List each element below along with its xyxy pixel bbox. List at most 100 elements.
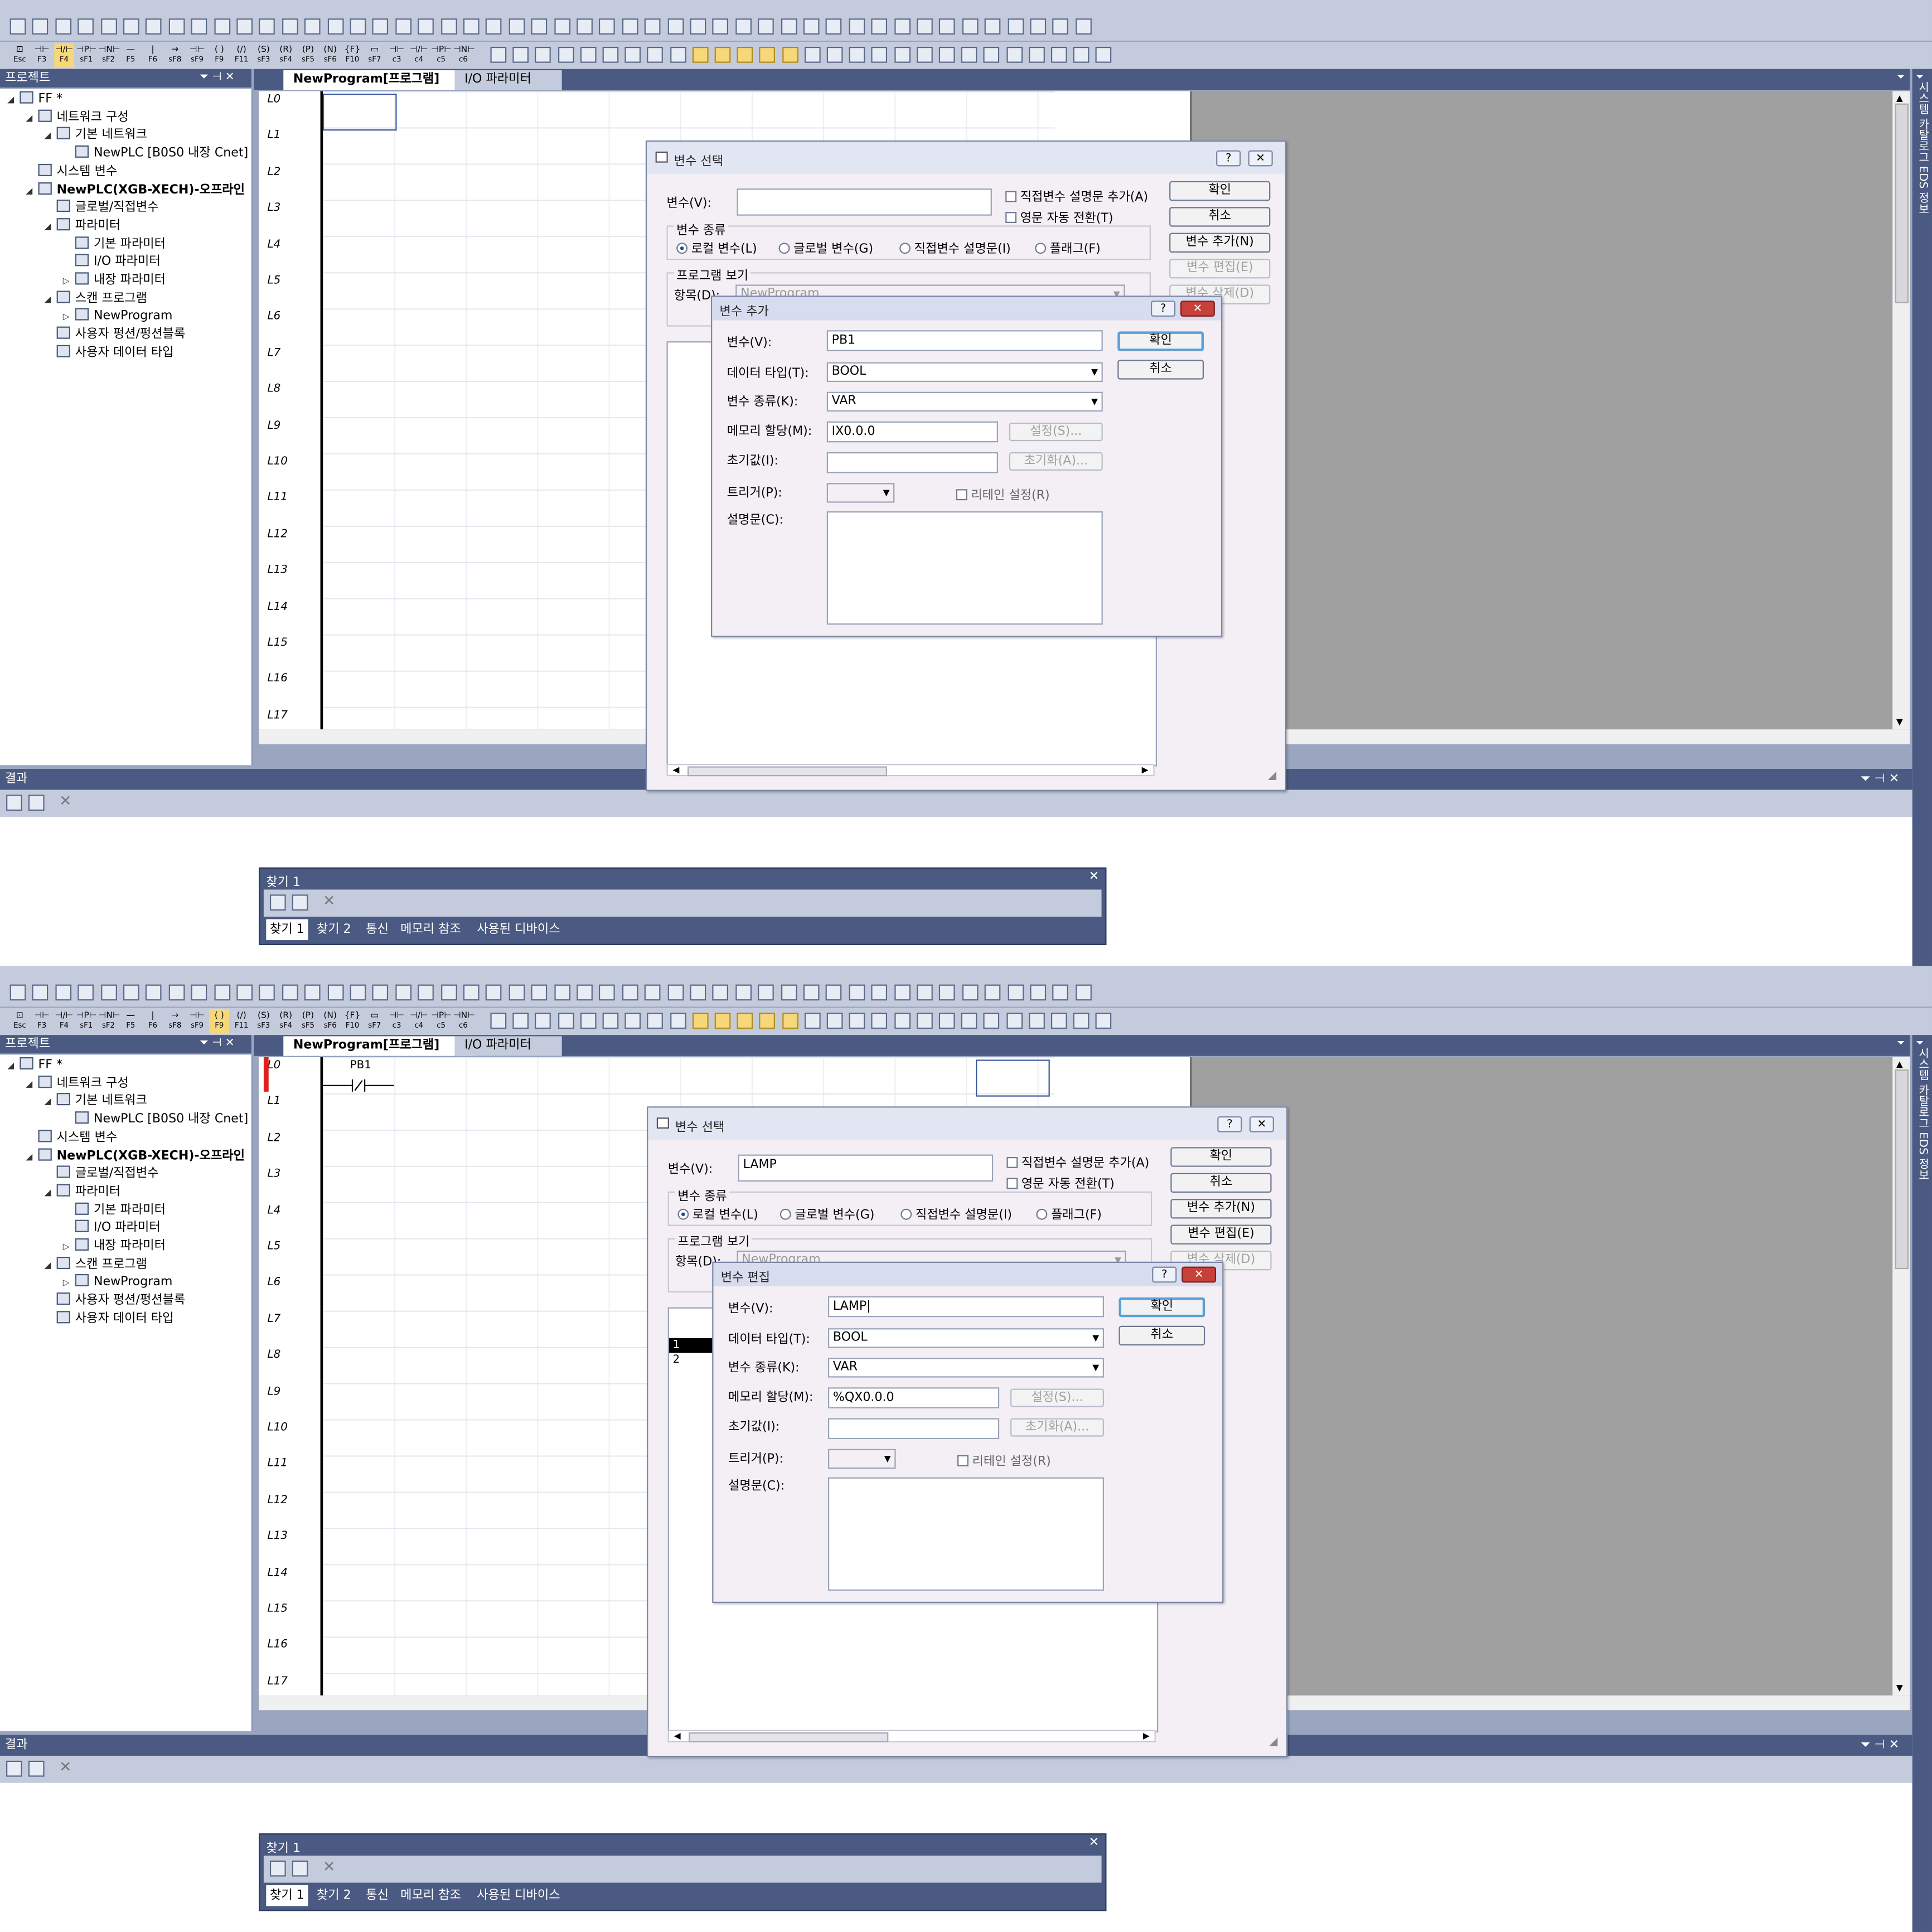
- toolbar-tool-icon[interactable]: [781, 18, 797, 35]
- radio-local[interactable]: 로컬 변수(L): [676, 238, 757, 256]
- toolbar-tool-icon[interactable]: [490, 46, 507, 63]
- resize-grip-icon[interactable]: ◢: [1268, 770, 1276, 782]
- resize-grip-icon[interactable]: ◢: [1269, 1736, 1277, 1749]
- tab-newprogram[interactable]: NewProgram[프로그램]✕: [283, 70, 475, 90]
- toolbar-tool-icon[interactable]: [917, 984, 933, 1001]
- toolbar-tool-icon[interactable]: [327, 984, 343, 1001]
- ladder-key-button[interactable]: ⊣P⊢ c5: [431, 1009, 451, 1034]
- vertical-scrollbar[interactable]: ▲ ▼: [1892, 1057, 1910, 1696]
- close-button[interactable]: ✕: [1248, 150, 1273, 167]
- tree-item[interactable]: ◢ 기본 네트워크: [45, 1093, 147, 1111]
- add-variable-button[interactable]: 변수 추가(N): [1170, 1199, 1272, 1219]
- set-button[interactable]: 설정(S)...: [1009, 422, 1103, 442]
- toolbar-tool-icon[interactable]: [849, 46, 865, 63]
- ladder-key-button[interactable]: (/) F11: [231, 1009, 251, 1034]
- panel-controls[interactable]: ⏷ ⊣ ✕: [200, 1035, 235, 1053]
- toolbar-tool-icon[interactable]: [645, 18, 661, 35]
- toolbar-tool-icon[interactable]: [622, 18, 638, 35]
- toolbar-tool-icon[interactable]: [984, 1013, 1000, 1029]
- toolbar-tool-icon[interactable]: [1053, 984, 1069, 1001]
- tree-item[interactable]: 기본 파라미터: [63, 236, 166, 253]
- toolbar-tool-icon[interactable]: [577, 984, 593, 1001]
- ladder-key-button[interactable]: ⊣P⊢ c5: [431, 43, 451, 67]
- toolbar-tool-icon[interactable]: [486, 984, 502, 1001]
- toolbar-tool-icon[interactable]: [670, 46, 686, 63]
- find-tab[interactable]: 찾기 1: [266, 1885, 308, 1906]
- ladder-key-button[interactable]: ⊡ Esc: [10, 1009, 30, 1034]
- find-tab[interactable]: 찾기 2: [313, 919, 355, 941]
- paste-icon[interactable]: [28, 1760, 45, 1777]
- toolbar-tool-icon[interactable]: [714, 1013, 731, 1029]
- toolbar-tool-icon[interactable]: [259, 984, 275, 1001]
- toolbar-tool-icon[interactable]: [781, 984, 797, 1001]
- side-panel-tabs[interactable]: 시스템 카탈로그 EDS 정보: [1914, 1047, 1931, 1180]
- tree-item[interactable]: ▷ 내장 파라미터: [63, 1238, 166, 1256]
- ladder-key-button[interactable]: (N) sF6: [321, 43, 340, 67]
- tree-item[interactable]: 시스템 변수: [26, 1129, 117, 1147]
- find-tab[interactable]: 메모리 참조: [397, 919, 465, 941]
- expand-icon[interactable]: ▷: [63, 272, 75, 289]
- radio-direct-comment[interactable]: 직접변수 설명문(I): [899, 238, 1011, 256]
- toolbar-tool-icon[interactable]: [463, 18, 480, 35]
- toolbar-tool-icon[interactable]: [917, 18, 933, 35]
- ladder-key-button[interactable]: — F5: [121, 43, 141, 67]
- ladder-key-button[interactable]: (P) sF5: [298, 1009, 318, 1034]
- radio-flag[interactable]: 플래그(F): [1036, 1204, 1102, 1222]
- find-tab[interactable]: 찾기 1: [266, 919, 308, 941]
- toolbar-tool-icon[interactable]: [55, 18, 71, 35]
- list-horizontal-scrollbar[interactable]: ◀ ▶: [667, 1730, 1156, 1742]
- init-value-input[interactable]: [826, 452, 998, 473]
- tree-item[interactable]: ◢ 스캔 프로그램: [45, 1256, 147, 1274]
- toolbar-tool-icon[interactable]: [78, 18, 94, 35]
- tab-io-parameter[interactable]: I/O 파라미터✕: [454, 1036, 562, 1072]
- edit-variable-button[interactable]: 변수 편집(E): [1170, 1224, 1272, 1245]
- ladder-key-button[interactable]: ▭ sF7: [365, 1009, 384, 1034]
- toolbar-tool-icon[interactable]: [1006, 46, 1023, 63]
- copy-icon[interactable]: [269, 894, 286, 911]
- tree-item[interactable]: ◢ NewPLC(XGB-XECH)-오프라인: [26, 1147, 245, 1165]
- toolbar-tool-icon[interactable]: [735, 984, 752, 1001]
- toolbar-tool-icon[interactable]: [1073, 1013, 1090, 1029]
- variable-input[interactable]: LAMP: [738, 1154, 994, 1182]
- toolbar-tool-icon[interactable]: [624, 1013, 641, 1029]
- toolbar-tool-icon[interactable]: [580, 1013, 597, 1029]
- panel-controls[interactable]: ⏷ ⊣ ✕: [200, 69, 235, 88]
- add-variable-button[interactable]: 변수 추가(N): [1169, 233, 1271, 253]
- toolbar-tool-icon[interactable]: [939, 18, 956, 35]
- toolbar-tool-icon[interactable]: [146, 984, 162, 1001]
- toolbar-tool-icon[interactable]: [758, 18, 774, 35]
- normally-closed-contact[interactable]: [322, 1073, 395, 1092]
- find-tab[interactable]: 통신: [362, 919, 393, 941]
- set-button[interactable]: 설정(S)...: [1010, 1388, 1104, 1407]
- variable-name-input[interactable]: LAMP|: [827, 1296, 1104, 1318]
- ladder-key-button[interactable]: ⊣N⊢ c6: [453, 43, 475, 67]
- toolbar-tool-icon[interactable]: [577, 18, 593, 35]
- direct-var-comment-checkbox[interactable]: 직접변수 설명문 추가(A): [1005, 186, 1148, 205]
- toolbar-tool-icon[interactable]: [1050, 46, 1067, 63]
- expand-icon[interactable]: ◢: [26, 1147, 38, 1165]
- toolbar-tool-icon[interactable]: [938, 46, 955, 63]
- toolbar-tool-icon[interactable]: [849, 984, 865, 1001]
- toolbar-tool-icon[interactable]: [509, 984, 525, 1001]
- tab-menu-icon[interactable]: ⏷: [1897, 71, 1905, 84]
- toolbar-tool-icon[interactable]: [962, 18, 979, 35]
- toolbar-tool-icon[interactable]: [490, 1013, 507, 1029]
- toolbar-tool-icon[interactable]: [804, 46, 821, 63]
- toolbar-tool-icon[interactable]: [962, 984, 979, 1001]
- toolbar-tool-icon[interactable]: [602, 1013, 619, 1029]
- close-button[interactable]: ✕: [1249, 1116, 1274, 1132]
- ladder-key-button[interactable]: | F6: [143, 1009, 162, 1034]
- initialize-button[interactable]: 초기화(A)...: [1009, 452, 1103, 471]
- comment-textarea[interactable]: [827, 1477, 1104, 1591]
- ladder-key-button[interactable]: ⊣/⊢ F4: [54, 1009, 74, 1034]
- toolbar-tool-icon[interactable]: [1006, 1013, 1023, 1029]
- expand-icon[interactable]: ◢: [26, 109, 38, 127]
- toolbar-tool-icon[interactable]: [418, 984, 434, 1001]
- ok-button[interactable]: 확인: [1169, 181, 1271, 201]
- ladder-key-button[interactable]: ⊣N⊢ sF2: [99, 43, 120, 67]
- toolbar-tool-icon[interactable]: [350, 18, 366, 35]
- tree-item[interactable]: ◢ 파라미터: [45, 217, 121, 235]
- clear-icon[interactable]: ✕: [323, 892, 335, 909]
- tree-item[interactable]: ◢ 네트워크 구성: [26, 1075, 129, 1092]
- tree-item[interactable]: ◢ 기본 네트워크: [45, 127, 147, 144]
